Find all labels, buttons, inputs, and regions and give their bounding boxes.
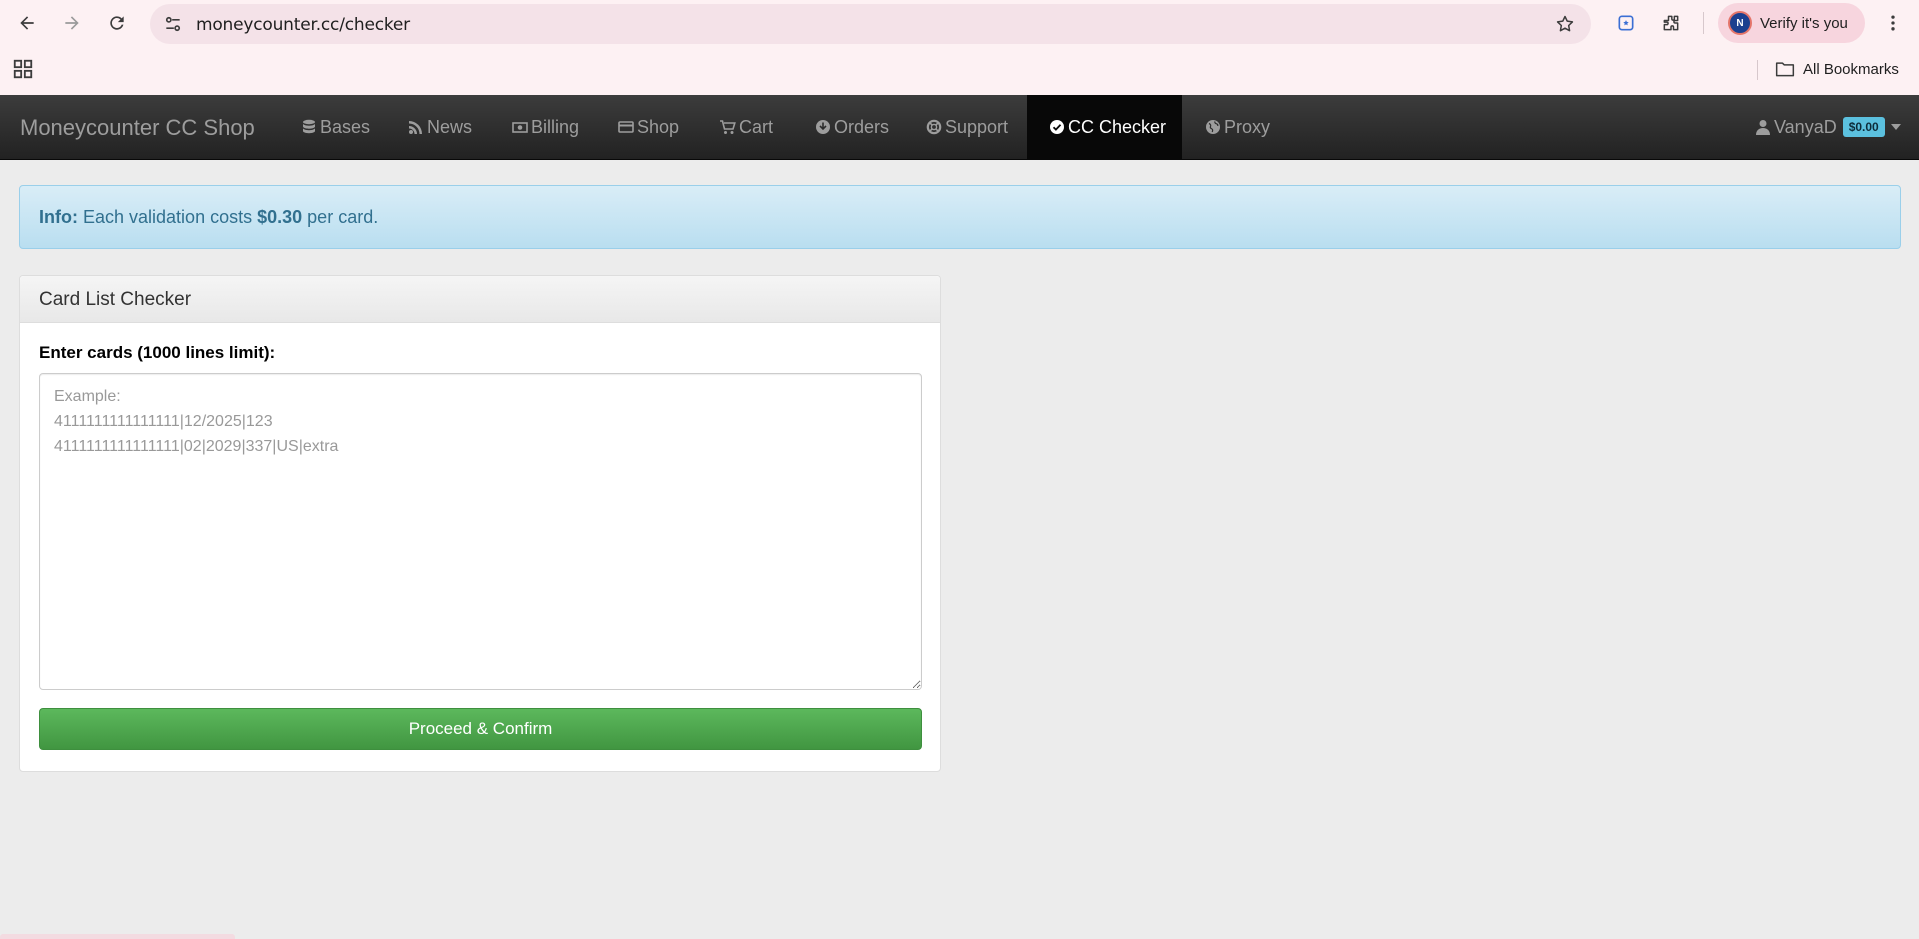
alert-text-after: per card. (307, 207, 379, 227)
info-alert: Info: Each validation costs $0.30 per ca… (19, 185, 1901, 249)
globe-icon (1206, 120, 1220, 134)
nav-item-billing[interactable]: Billing (500, 95, 591, 159)
balance-badge: $0.00 (1842, 117, 1885, 137)
rss-icon (409, 121, 422, 134)
folder-icon (1775, 62, 1795, 77)
reload-icon (110, 16, 124, 30)
nav-item-bases[interactable]: Bases (289, 95, 382, 159)
credit-card-icon (618, 121, 634, 133)
site-navbar: Moneycounter CC Shop Bases News Billing … (0, 95, 1919, 160)
alert-text-before: Each validation costs (83, 207, 253, 227)
nav-item-news[interactable]: News (396, 95, 484, 159)
all-bookmarks-label: All Bookmarks (1803, 60, 1899, 78)
url-text[interactable]: moneycounter.cc/checker (196, 15, 410, 35)
card-checker-panel: Card List Checker Enter cards (1000 line… (19, 275, 941, 772)
address-bar[interactable]: moneycounter.cc/checker (150, 4, 1591, 44)
bookmark-star-icon[interactable] (1553, 12, 1577, 36)
nav-label: Cart (739, 116, 774, 137)
panel-title: Card List Checker (20, 276, 940, 323)
check-circle-icon (1050, 120, 1064, 134)
nav-label: Orders (834, 116, 890, 137)
money-icon (512, 122, 528, 133)
site-info-icon[interactable] (160, 11, 186, 37)
nav-label: Billing (531, 116, 580, 137)
back-button[interactable] (10, 6, 44, 40)
username: VanyaD (1774, 116, 1837, 137)
bookmarks-divider (1757, 60, 1758, 80)
toolbar-divider (1703, 12, 1704, 34)
nav-item-support[interactable]: Support (914, 95, 1020, 159)
database-icon (303, 119, 315, 134)
apps-grid-icon[interactable] (12, 58, 34, 80)
browser-chrome: moneycounter.cc/checker N Verify it's yo… (0, 0, 1919, 95)
extensions-menu-button[interactable] (1654, 6, 1688, 40)
cards-textarea[interactable] (39, 373, 922, 690)
nav-item-cc-checker[interactable]: CC Checker (1027, 95, 1182, 159)
verify-label: Verify it's you (1760, 14, 1848, 32)
nav-item-orders[interactable]: Orders (803, 95, 901, 159)
all-bookmarks-button[interactable]: All Bookmarks (1775, 56, 1899, 82)
cart-icon (720, 120, 736, 134)
nav-label: Bases (320, 116, 371, 137)
avatar: N (1728, 11, 1752, 35)
bookmarks-bar: All Bookmarks (0, 52, 1919, 86)
browser-toolbar: moneycounter.cc/checker N Verify it's yo… (0, 0, 1919, 46)
arrow-right-icon (65, 16, 79, 30)
nav-label: CC Checker (1068, 116, 1167, 137)
proceed-confirm-button[interactable]: Proceed & Confirm (39, 708, 922, 750)
puzzle-icon (1663, 15, 1679, 31)
alert-prefix: Info: (39, 207, 78, 227)
download-circle-icon (816, 120, 830, 134)
cards-field-label: Enter cards (1000 lines limit): (39, 343, 276, 362)
caret-down-icon (1890, 124, 1901, 130)
user-icon (1756, 120, 1770, 135)
nav-item-cart[interactable]: Cart (708, 95, 785, 159)
extension-button[interactable] (1609, 6, 1643, 40)
nav-label: News (427, 116, 473, 137)
alert-amount: $0.30 (257, 207, 303, 227)
download-bar-edge (0, 934, 235, 939)
user-menu-toggle[interactable]: VanyaD $0.00 (1756, 95, 1901, 159)
nav-item-shop[interactable]: Shop (606, 95, 691, 159)
arrow-left-icon (20, 16, 34, 30)
nav-label: Shop (637, 116, 680, 137)
forward-button[interactable] (55, 6, 89, 40)
verify-profile-button[interactable]: N Verify it's you (1718, 3, 1865, 43)
nav-label: Support (945, 116, 1009, 137)
nav-item-proxy[interactable]: Proxy (1193, 95, 1282, 159)
brand-link[interactable]: Moneycounter CC Shop (20, 115, 255, 141)
lifebuoy-icon (926, 119, 942, 135)
nav-label: Proxy (1224, 116, 1271, 137)
kebab-menu-icon (1891, 15, 1895, 31)
browser-menu-button[interactable] (1876, 6, 1910, 40)
password-manager-icon (1618, 15, 1634, 31)
reload-button[interactable] (100, 6, 134, 40)
